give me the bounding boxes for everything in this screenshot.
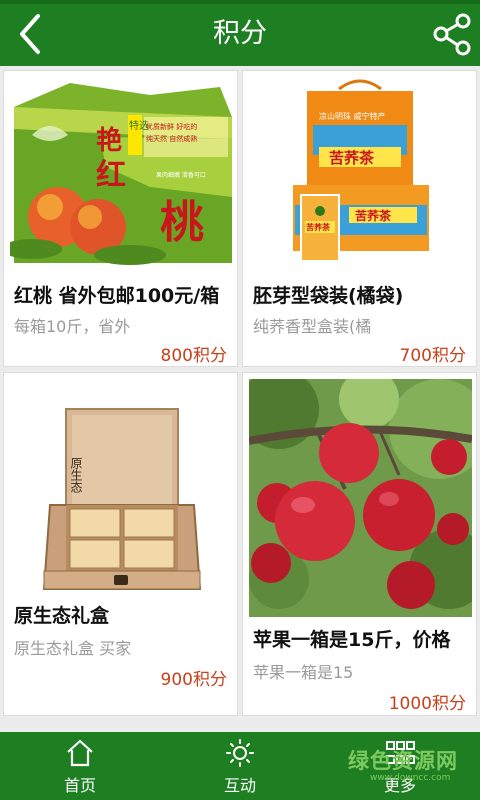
product-name: 原生态礼盒 [14,605,110,627]
product-points: 900积分 [160,670,227,690]
back-button[interactable] [10,10,54,58]
product-card[interactable]: 苹果一箱是15斤，价格 苹果一箱是15 1000积分 [242,372,477,716]
app-header: 积分 [0,0,480,66]
product-image-apples [249,379,472,617]
product-card[interactable]: 艳 红 桃 特选 优质新鲜 好吃的 纯天然 自然成熟 果肉细嫩 清香可口 红桃 … [3,70,238,367]
product-image-gift-box: 原生态 [10,379,233,617]
watermark-text: 绿色资源网 [348,749,458,773]
status-strip [0,0,480,4]
chevron-left-icon [20,14,40,54]
box-char-1: 艳 [96,125,122,156]
box-char-3: 桃 [160,197,204,248]
product-grid: 艳 红 桃 特选 优质新鲜 好吃的 纯天然 自然成熟 果肉细嫩 清香可口 红桃 … [0,66,480,730]
product-points: 800积分 [160,346,227,366]
box-tagline-3: 果肉细嫩 清香可口 [156,171,206,179]
product-card[interactable]: 原生态 原生态礼盒 原生态礼盒 买家 900积分 [3,372,238,716]
product-card[interactable]: 苦荞茶 凉山明珠 威宁特产 苦荞茶 苦荞茶 胚芽型袋装(橘袋) 纯荞香型盒装(橘… [242,70,477,367]
product-name: 胚芽型袋装(橘袋) [253,285,404,307]
product-desc: 纯荞香型盒装(橘 [253,317,372,336]
product-desc: 每箱10斤，省外 [14,317,131,336]
share-button[interactable] [428,10,474,58]
sun-icon [226,739,254,767]
bag-slogan: 凉山明珠 威宁特产 [319,111,386,121]
box-tagline-2: 纯天然 自然成熟 [146,134,197,143]
product-desc: 原生态礼盒 买家 [14,639,132,658]
nav-item-interact[interactable]: 互动 [160,732,320,800]
lid-label: 原生态 [69,457,83,493]
product-desc: 苹果一箱是15 [253,663,354,682]
product-name: 苹果一箱是15斤，价格 [253,629,451,651]
product-image-tea-bag: 苦荞茶 凉山明珠 威宁特产 苦荞茶 苦荞茶 [249,77,472,269]
watermark-url: www.downcc.com [370,773,451,783]
home-icon [67,739,93,767]
box-char-2: 红 [96,158,126,193]
watermark: 绿色资源网 www.downcc.com [340,741,478,783]
product-points: 700积分 [399,346,466,366]
nav-item-home[interactable]: 首页 [0,732,160,800]
nav-label: 首页 [63,776,96,795]
product-name: 红桃 省外包邮100元/箱 [14,285,220,307]
box-brand: 苦荞茶 [355,208,392,223]
box-tagline-1: 优质新鲜 好吃的 [146,122,197,131]
bag-brand: 苦荞茶 [329,149,375,167]
product-points: 1000积分 [388,694,466,714]
page-title: 积分 [213,18,267,49]
pouch-brand: 苦荞茶 [306,222,331,232]
share-icon [433,13,471,56]
product-image-peach-box: 艳 红 桃 特选 优质新鲜 好吃的 纯天然 自然成熟 果肉细嫩 清香可口 [10,77,233,269]
nav-label: 互动 [223,776,256,795]
